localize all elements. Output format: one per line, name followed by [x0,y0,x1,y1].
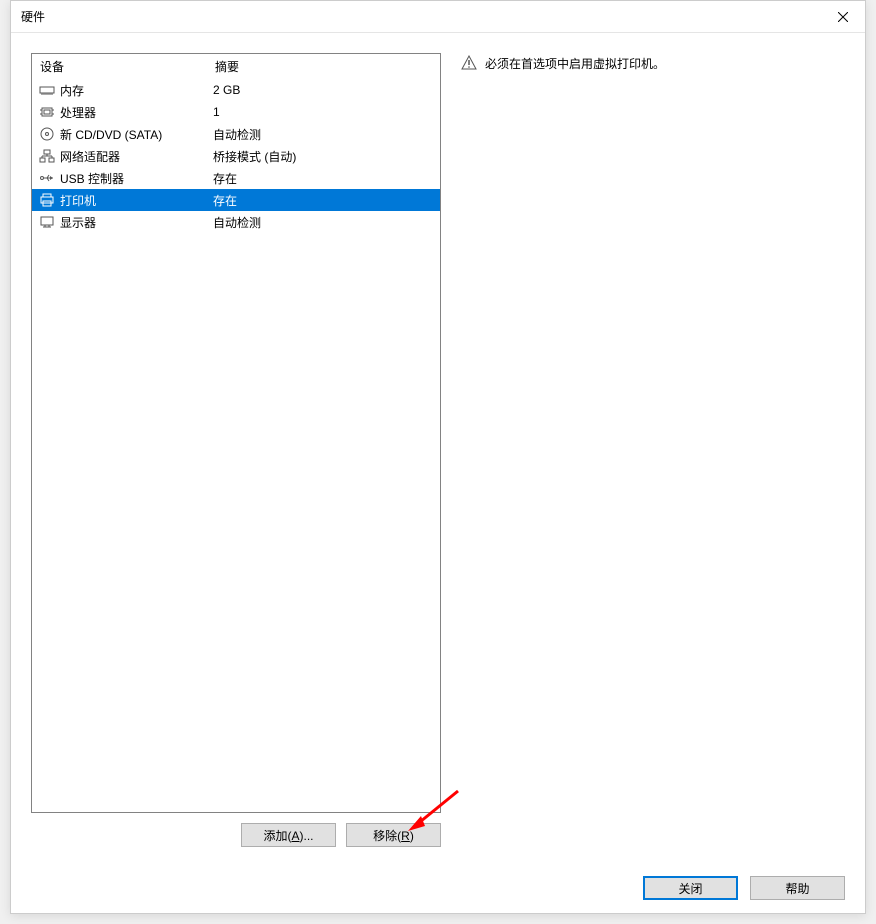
device-row-cpu[interactable]: 处理器 1 [32,101,440,123]
remove-button[interactable]: 移除(R) [346,823,441,847]
memory-icon [38,82,56,98]
header-device: 设备 [40,58,215,75]
device-summary: 存在 [213,192,434,209]
header-summary: 摘要 [215,58,432,75]
warning-message: 必须在首选项中启用虚拟打印机。 [461,55,845,72]
device-buttons: 添加(A)... 移除(R) [31,823,441,847]
device-row-network[interactable]: 网络适配器 桥接模式 (自动) [32,145,440,167]
device-summary: 自动检测 [213,214,434,231]
device-name: 新 CD/DVD (SATA) [60,126,213,143]
warning-text: 必须在首选项中启用虚拟打印机。 [485,55,665,72]
monitor-icon [38,214,56,230]
device-name: 显示器 [60,214,213,231]
device-summary: 1 [213,105,434,119]
left-panel: 设备 摘要 内存 2 GB 处理器 1 新 CD/DVD (SATA) 自动检测 [31,53,441,853]
usb-icon [38,170,56,186]
disc-icon [38,126,56,142]
network-icon [38,148,56,164]
close-dialog-button[interactable]: 关闭 [643,876,738,900]
dialog-footer: 关闭 帮助 [11,863,865,913]
device-name: 处理器 [60,104,213,121]
device-name: 内存 [60,82,213,99]
device-summary: 自动检测 [213,126,434,143]
device-summary: 2 GB [213,83,434,97]
close-button[interactable] [820,2,865,32]
help-button[interactable]: 帮助 [750,876,845,900]
close-icon [838,12,848,22]
device-name: 打印机 [60,192,213,209]
titlebar: 硬件 [11,1,865,33]
cpu-icon [38,104,56,120]
device-row-printer[interactable]: 打印机 存在 [32,189,440,211]
device-list-header: 设备 摘要 [32,54,440,79]
device-row-memory[interactable]: 内存 2 GB [32,79,440,101]
right-panel: 必须在首选项中启用虚拟打印机。 [441,53,845,853]
device-row-monitor[interactable]: 显示器 自动检测 [32,211,440,233]
device-row-usb[interactable]: USB 控制器 存在 [32,167,440,189]
device-name: USB 控制器 [60,170,213,187]
hardware-dialog: 硬件 设备 摘要 内存 2 GB 处理器 1 [10,0,866,914]
device-summary: 桥接模式 (自动) [213,148,434,165]
add-button[interactable]: 添加(A)... [241,823,336,847]
dialog-body: 设备 摘要 内存 2 GB 处理器 1 新 CD/DVD (SATA) 自动检测 [11,33,865,863]
dialog-title: 硬件 [21,8,45,25]
device-row-cddvd[interactable]: 新 CD/DVD (SATA) 自动检测 [32,123,440,145]
device-list: 设备 摘要 内存 2 GB 处理器 1 新 CD/DVD (SATA) 自动检测 [31,53,441,813]
device-name: 网络适配器 [60,148,213,165]
warning-icon [461,55,477,71]
printer-icon [38,192,56,208]
device-summary: 存在 [213,170,434,187]
